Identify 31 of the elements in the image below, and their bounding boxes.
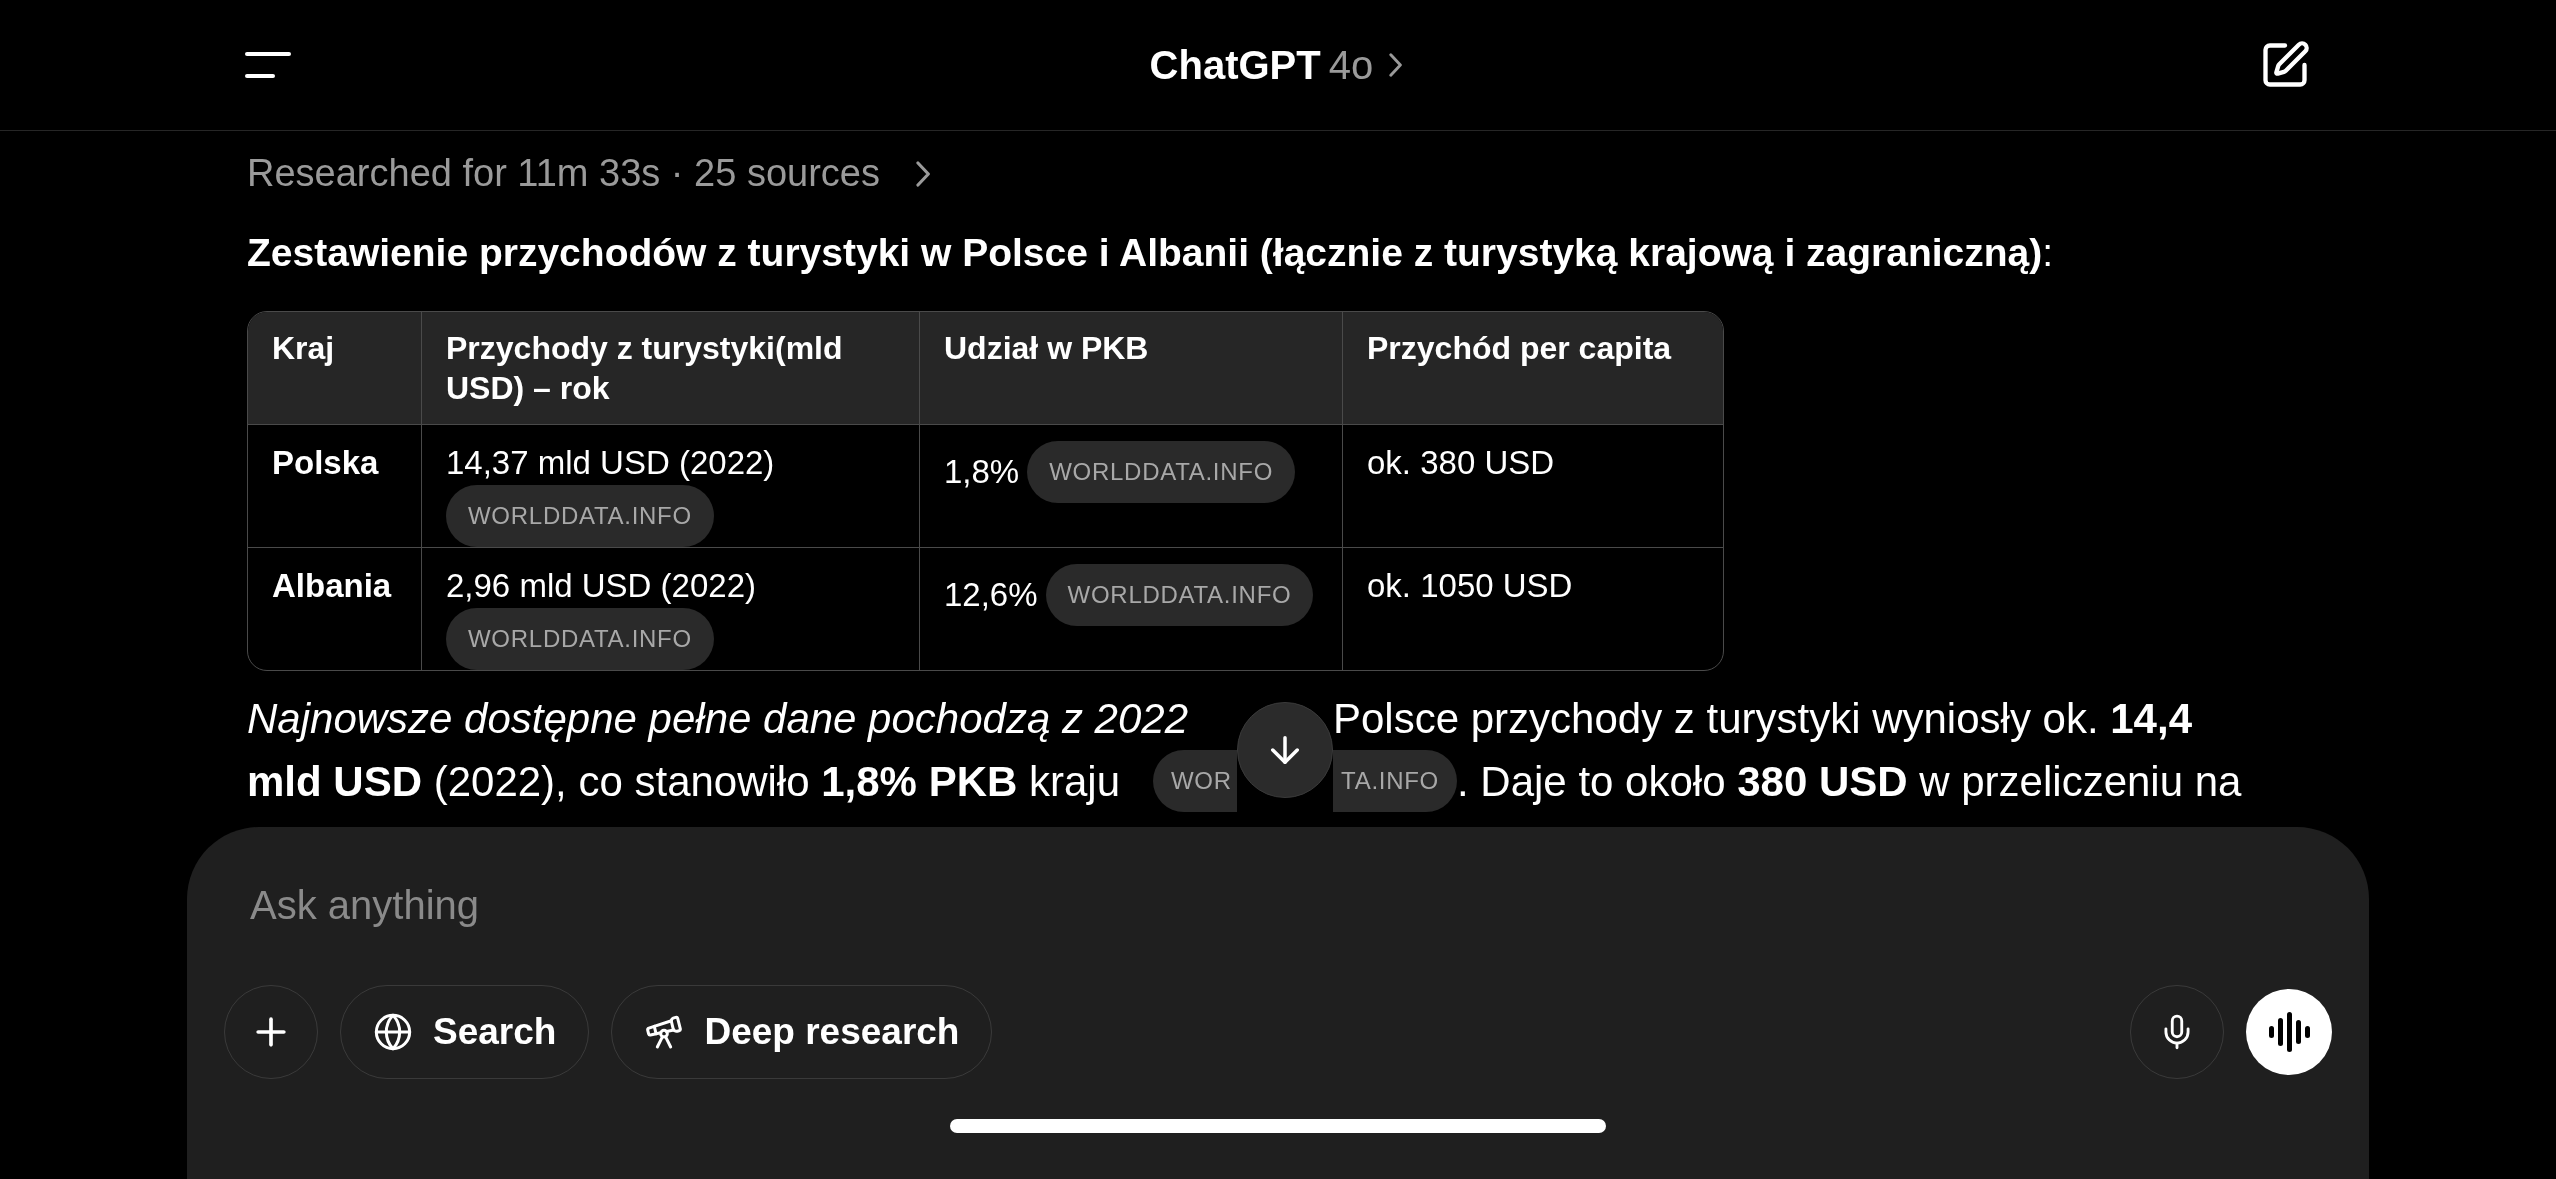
table-cell-text: Albania [272, 565, 392, 606]
column-header: Kraj [272, 329, 335, 366]
source-link[interactable]: WOR [1153, 750, 1237, 812]
table-cell-text: 2,96 mld USD (2022) [446, 565, 756, 606]
model-selector[interactable]: ChatGPT 4o [1149, 35, 1403, 95]
source-link[interactable]: WORLDDATA.INFO [446, 484, 714, 547]
table-cell-text: 14,37 mld USD (2022) [446, 442, 775, 483]
chevron-right-icon [1389, 53, 1403, 77]
source-link[interactable]: WORLDDATA.INFO [1027, 440, 1296, 503]
source-link[interactable]: WORLDDATA.INFO [1045, 563, 1314, 626]
chevron-right-icon [915, 160, 931, 187]
column-header: Przychód per capita [1367, 329, 1672, 366]
paragraph-text: . Daje to około 380 USD w przeliczeniu na [1457, 756, 2242, 807]
globe-icon [373, 1012, 413, 1052]
menu-icon[interactable] [245, 50, 293, 80]
table-cell-text: ok. 380 USD [1367, 442, 1555, 483]
column-header: Udział w PKB [944, 329, 1149, 366]
sound-wave-icon [2267, 1012, 2311, 1052]
paragraph-text: Polsce przychody z turystyki wyniosły ok. 14,4 [1333, 693, 2192, 744]
paragraph-text: Najnowsze dostępne pełne dane pochodzą z 2022 [247, 693, 1189, 744]
table-cell-text: Polska [272, 442, 379, 483]
column-header: Przychody z turystyki(mld USD) – rok [446, 329, 843, 406]
heading: Zestawienie przychodów z turystyki w Polsce i Albanii (łącznie z turystyką krajową i zagraniczną): [247, 230, 2055, 276]
table-cell-text: ok. 1050 USD [1367, 565, 1573, 606]
table-cell-text: 12,6% [944, 574, 1038, 615]
source-link[interactable]: TA.INFO [1333, 750, 1457, 812]
research-summary[interactable]: Researched for 11m 33s · 25 sources [247, 145, 931, 202]
source-link[interactable]: WORLDDATA.INFO [446, 607, 714, 670]
paragraph-text: mld USD (2022), co stanowiło 1,8% PKB kraju [247, 756, 1120, 807]
table-cell-text: 1,8% [944, 451, 1020, 492]
message-input[interactable]: Ask anything [250, 875, 2332, 935]
